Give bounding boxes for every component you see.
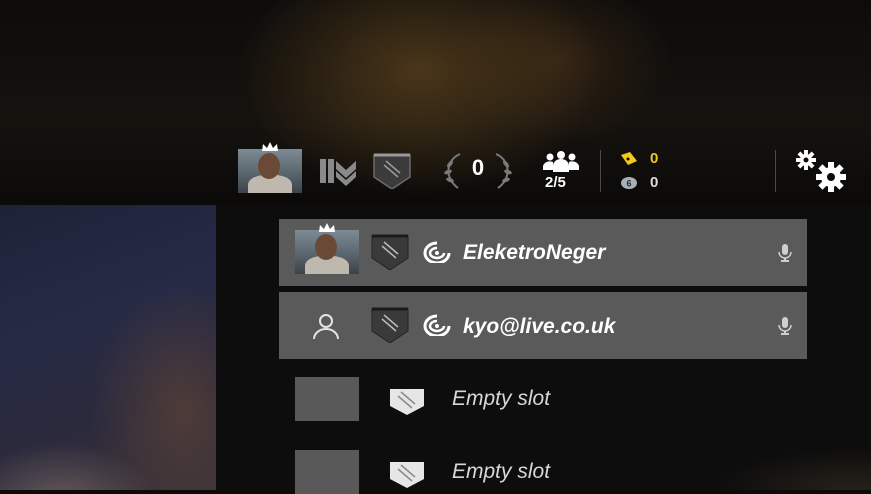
microphone-icon[interactable] (778, 244, 792, 262)
avatar-photo (295, 230, 359, 274)
settings-button[interactable] (793, 150, 853, 192)
header-avatar[interactable] (238, 142, 302, 193)
shield-icon (390, 389, 424, 415)
ticket-icon (621, 151, 637, 165)
microphone-icon[interactable] (778, 317, 792, 335)
background-top (0, 0, 871, 205)
crown-icon (319, 223, 335, 232)
squad-member-row[interactable]: kyo@live.co.uk (279, 292, 807, 359)
r6-credits: 6 0 (620, 174, 658, 191)
background-left-panel (0, 205, 216, 490)
member-name: EleketroNeger (463, 241, 606, 264)
currency-gray-value: 0 (650, 174, 659, 191)
header-divider-right (775, 150, 776, 192)
rank-chevron-icon (320, 159, 356, 186)
squad-member-row[interactable]: EleketroNeger (279, 219, 807, 286)
member-name: kyo@live.co.uk (463, 315, 616, 338)
empty-slot-label[interactable]: Empty slot (452, 460, 550, 484)
user-icon (313, 314, 339, 340)
shield-icon (373, 153, 411, 189)
uplay-icon (423, 314, 451, 336)
member-avatar (295, 223, 359, 274)
shield-icon (371, 234, 409, 270)
empty-slot-avatar[interactable] (295, 450, 359, 494)
avatar-photo (238, 149, 302, 193)
coin-icon: 6 (621, 176, 637, 189)
empty-slot-avatar[interactable] (295, 377, 359, 421)
header-divider (600, 150, 601, 192)
gear-icon (796, 150, 846, 192)
uplay-icon (423, 241, 451, 263)
svg-text:6: 6 (626, 178, 631, 188)
shield-icon (371, 307, 409, 343)
squad-icon[interactable] (540, 150, 582, 172)
currency-yellow-value: 0 (650, 150, 659, 167)
crown-icon (262, 142, 278, 151)
renown-currency: 0 (620, 150, 658, 167)
squad-count: 2/5 (545, 174, 566, 191)
empty-slot-label[interactable]: Empty slot (452, 387, 550, 411)
renown-value: 0 (471, 155, 485, 180)
shield-icon (390, 462, 424, 488)
